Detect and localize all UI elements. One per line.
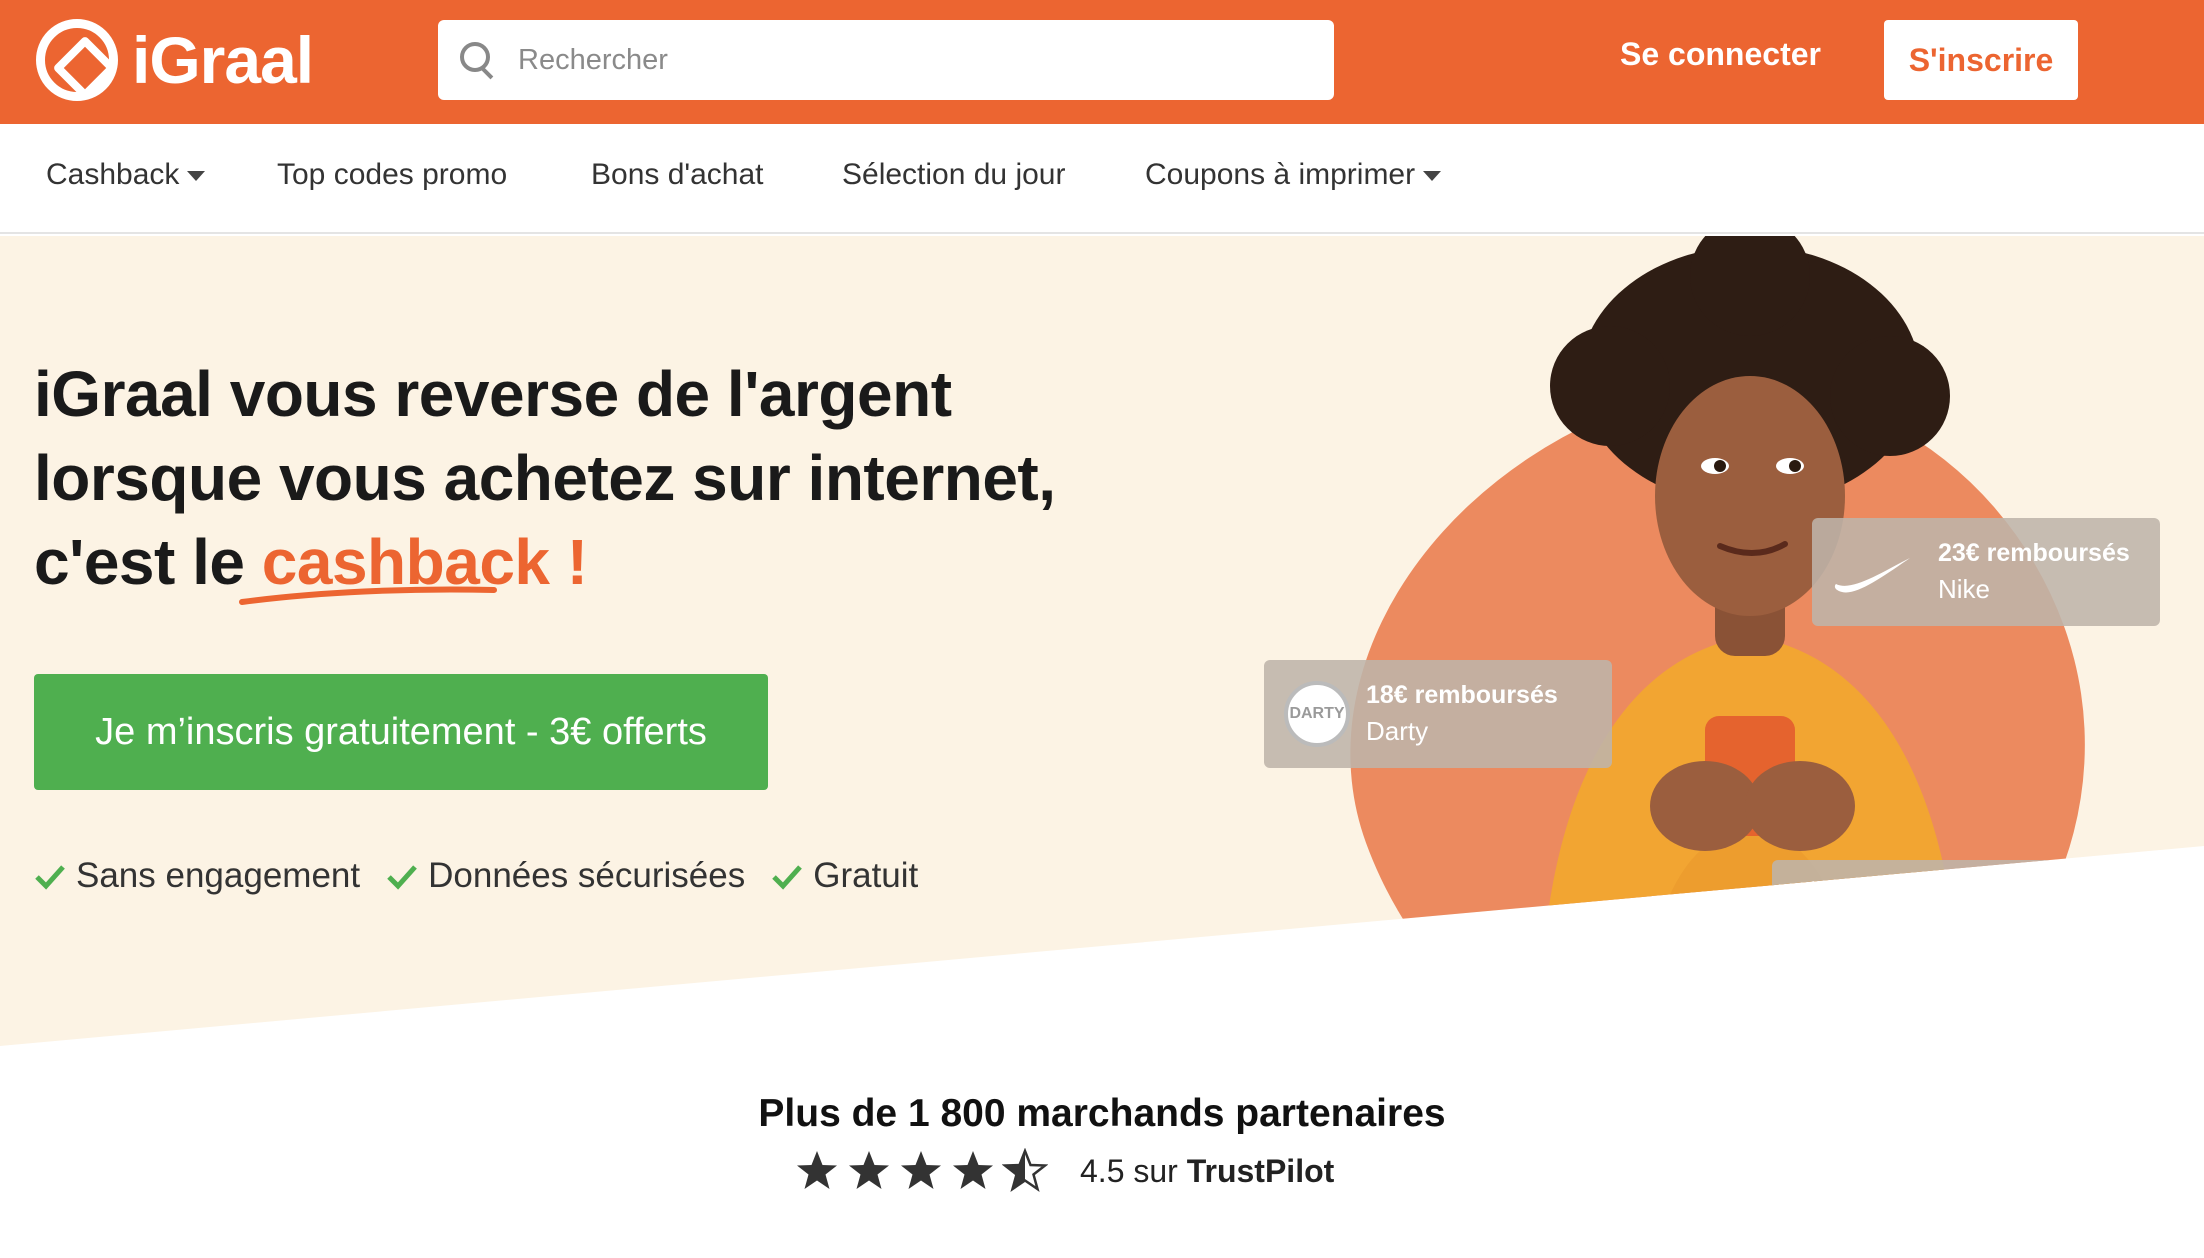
partners-title: Plus de 1 800 marchands partenaires	[758, 1092, 1446, 1135]
search-input[interactable]	[518, 43, 1298, 77]
benefit-label: Sans engagement	[76, 856, 361, 895]
check-icon	[35, 865, 65, 890]
rating-prefix: 4.5 sur	[1080, 1152, 1187, 1189]
nav-item-cashback[interactable]: Cashback	[46, 158, 206, 192]
igraal-logo-icon	[36, 19, 118, 101]
logo-text: iGraal	[132, 23, 314, 97]
main-nav: Cashback Top codes promo Bons d'achat Sé…	[0, 124, 2204, 234]
chevron-down-icon	[1423, 171, 1442, 182]
signup-cta-button[interactable]: Je m’inscris gratuitement - 3€ offerts	[34, 674, 768, 790]
nav-item-label: Top codes promo	[277, 158, 508, 191]
nav-item-top-codes-promo[interactable]: Top codes promo	[277, 158, 507, 192]
benefit-item: Données sécurisées	[386, 856, 745, 896]
nav-item-selection-du-jour[interactable]: Sélection du jour	[842, 158, 1065, 192]
search-icon[interactable]	[460, 42, 496, 78]
search-bar[interactable]	[438, 20, 1334, 100]
nav-item-label: Sélection du jour	[842, 158, 1066, 191]
hero-headline: iGraal vous reverse de l'argent lorsque …	[34, 352, 1074, 604]
login-link[interactable]: Se connecter	[1620, 36, 1821, 73]
star-icon	[797, 1151, 837, 1189]
trustpilot-label: TrustPilot	[1186, 1152, 1335, 1189]
nav-item-label: Bons d'achat	[591, 158, 764, 191]
badge-merchant: Hotels.com	[1880, 916, 2011, 946]
hotels-logo	[1798, 881, 1852, 945]
check-icon	[387, 865, 417, 890]
headline-line-1: iGraal vous reverse de l'argent	[34, 358, 952, 430]
badge-amount: 83€ remboursés	[1880, 881, 2072, 909]
benefits-list: Sans engagement Données sécurisées Gratu…	[34, 856, 918, 896]
igraal-logo[interactable]: iGraal	[36, 18, 314, 102]
headline-line-3: c'est le	[34, 526, 262, 598]
headline-underline-decoration	[239, 586, 497, 605]
signup-button[interactable]: S'inscrire	[1884, 20, 2078, 100]
star-icon	[953, 1151, 993, 1189]
darty-logo: DARTY	[1284, 681, 1350, 747]
headline-line-2: lorsque vous achetez sur internet,	[34, 442, 1056, 514]
cashback-badge-hotels: 83€ remboursés Hotels.com	[1772, 860, 2120, 968]
star-icon	[901, 1151, 941, 1189]
nav-item-label: Coupons à imprimer	[1145, 158, 1416, 191]
top-header: iGraal Se connecter S'inscrire	[0, 0, 2204, 124]
cashback-badge-nike: 23€ remboursés Nike	[1812, 518, 2160, 626]
nav-item-coupons-a-imprimer[interactable]: Coupons à imprimer	[1145, 158, 1442, 192]
cashback-badge-darty: DARTY 18€ remboursés Darty	[1264, 660, 1612, 768]
badge-amount: 23€ remboursés	[1938, 539, 2130, 567]
nav-item-bons-achat[interactable]: Bons d'achat	[591, 158, 764, 192]
badge-merchant: Darty	[1366, 716, 1429, 746]
nav-item-label: Cashback	[46, 158, 180, 191]
check-icon	[772, 865, 803, 890]
hero-woman-illustration	[1540, 236, 1960, 1036]
star-half-icon	[1002, 1148, 1048, 1192]
nike-swoosh-icon	[1834, 558, 1910, 593]
benefit-item: Sans engagement	[34, 856, 360, 896]
chevron-down-icon	[187, 171, 206, 182]
star-icon	[849, 1151, 889, 1189]
trustpilot-rating[interactable]: 4.5 sur TrustPilot	[794, 1148, 1334, 1194]
benefit-item: Gratuit	[771, 856, 918, 896]
rating-stars	[794, 1148, 1048, 1194]
benefit-label: Gratuit	[813, 856, 919, 895]
badge-amount: 18€ remboursés	[1366, 681, 1558, 709]
benefit-label: Données sécurisées	[428, 856, 746, 895]
rating-text: 4.5 sur TrustPilot	[1080, 1153, 1334, 1190]
badge-merchant: Nike	[1938, 574, 1991, 604]
